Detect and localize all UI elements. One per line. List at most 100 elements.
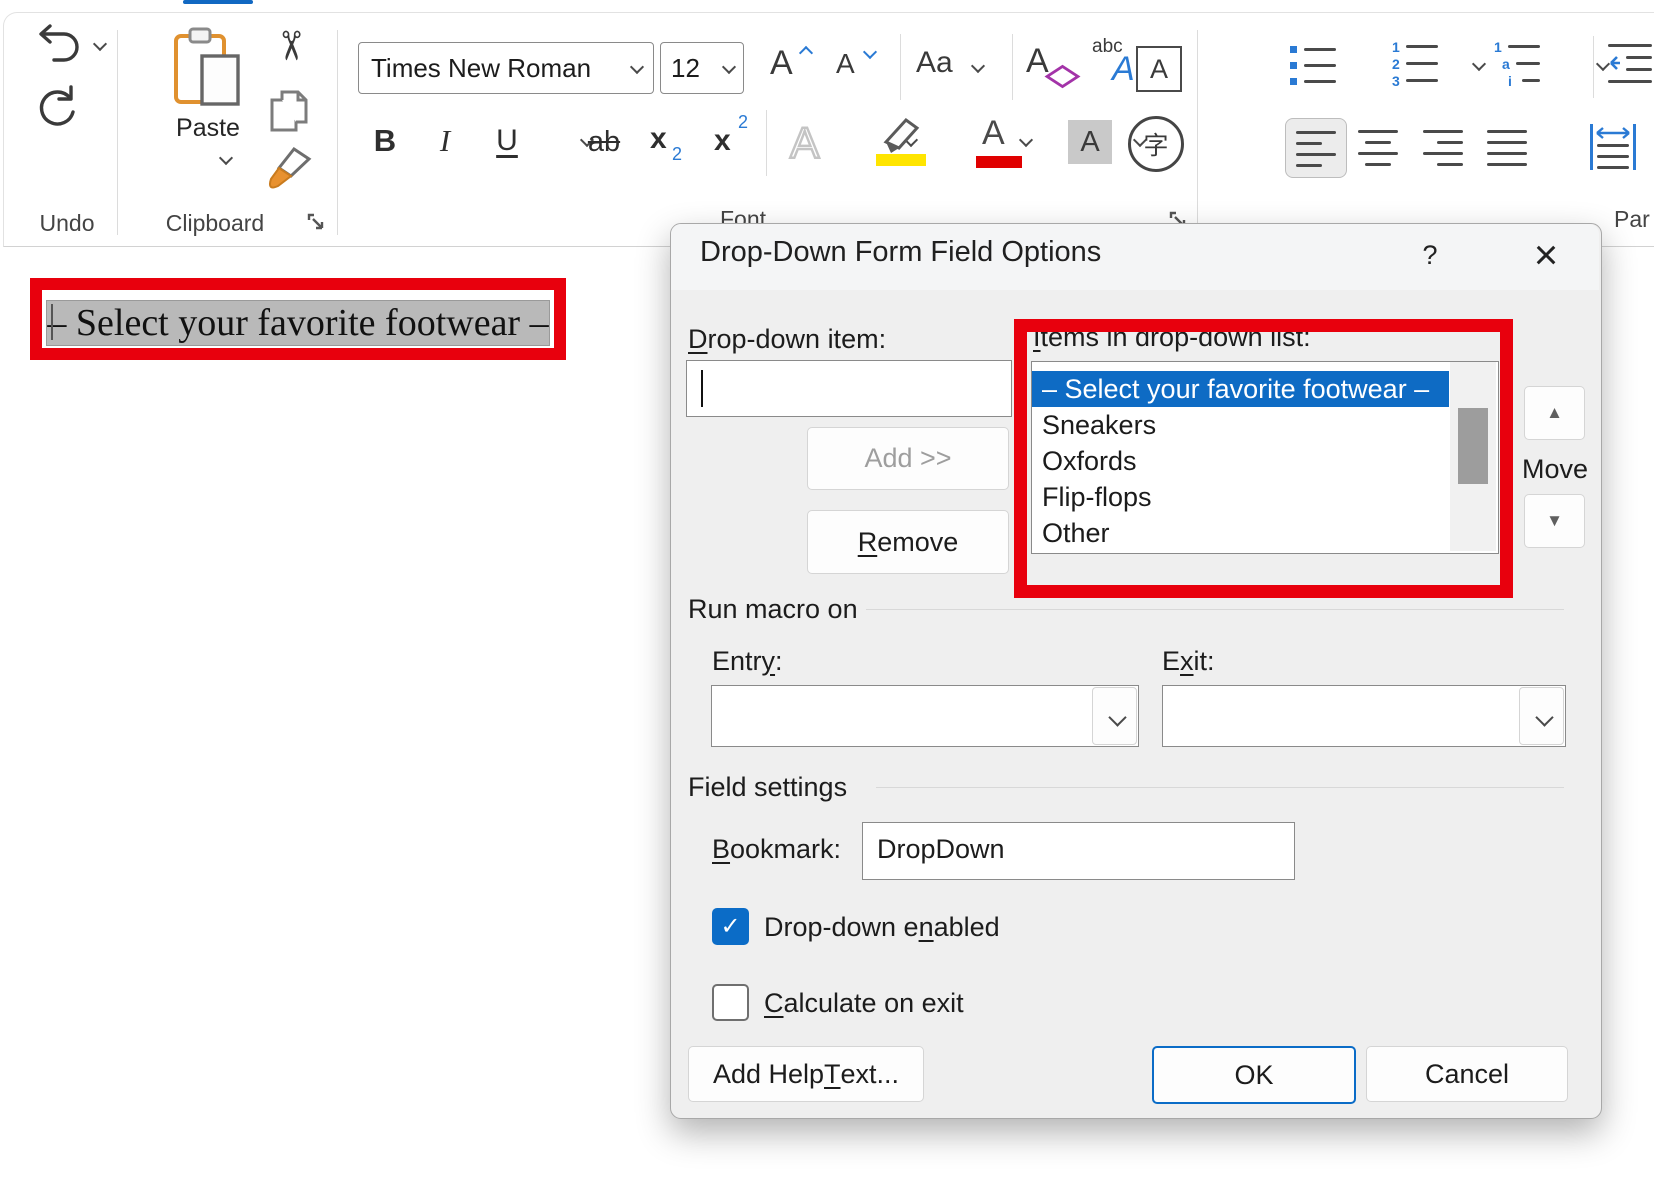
decrease-indent-icon[interactable] bbox=[1608, 42, 1654, 90]
character-border-glyph: A bbox=[1150, 54, 1168, 85]
entry-combobox[interactable] bbox=[711, 685, 1139, 747]
section-divider bbox=[866, 609, 1564, 610]
bold-button[interactable]: B bbox=[366, 118, 404, 164]
font-size-chevron-icon[interactable] bbox=[721, 61, 737, 75]
section-divider bbox=[876, 787, 1564, 788]
exit-combobox[interactable] bbox=[1162, 685, 1566, 747]
change-case-glyph: Aa bbox=[916, 46, 953, 80]
distributed-text-icon[interactable] bbox=[1590, 124, 1636, 172]
change-case-chevron-icon[interactable] bbox=[970, 60, 986, 74]
subscript-2-glyph: 2 bbox=[672, 144, 682, 165]
highlight-icon[interactable] bbox=[874, 114, 928, 168]
align-left-button[interactable] bbox=[1285, 118, 1347, 178]
small-divider bbox=[766, 110, 767, 176]
align-center-button[interactable] bbox=[1358, 130, 1398, 166]
subscript-button[interactable]: x 2 bbox=[650, 120, 694, 166]
copy-icon[interactable] bbox=[268, 88, 314, 134]
ok-button[interactable]: OK bbox=[1152, 1046, 1356, 1104]
undo-icon[interactable] bbox=[34, 24, 82, 68]
clipboard-group-label: Clipboard bbox=[150, 210, 280, 236]
dropdown-enabled-label: Drop-down enabled bbox=[764, 912, 1000, 943]
bullet-list-chevron-icon[interactable] bbox=[1471, 58, 1487, 72]
word-window: Undo Paste ✂ Clipboard Times New Roman 1… bbox=[0, 0, 1654, 1180]
enclose-characters-icon[interactable]: 字 bbox=[1128, 116, 1184, 172]
group-divider bbox=[337, 30, 338, 235]
calculate-on-exit-label: Calculate on exit bbox=[764, 988, 964, 1019]
entry-dropdown-button[interactable] bbox=[1092, 687, 1137, 745]
superscript-button[interactable]: x 2 bbox=[714, 112, 758, 166]
bookmark-input[interactable]: DropDown bbox=[862, 822, 1295, 880]
help-button[interactable]: ? bbox=[1406, 234, 1454, 276]
font-name-chevron-icon[interactable] bbox=[629, 61, 645, 75]
font-color-icon[interactable]: A bbox=[976, 114, 1022, 168]
shrink-caret-icon bbox=[862, 46, 878, 60]
superscript-2-glyph: 2 bbox=[738, 112, 748, 133]
check-icon: ✓ bbox=[720, 912, 740, 941]
small-divider bbox=[1012, 34, 1013, 100]
strikethrough-glyph: ab bbox=[588, 126, 620, 159]
numbered-list-icon[interactable]: 1 2 3 bbox=[1392, 40, 1438, 90]
enclose-characters-glyph: 字 bbox=[1143, 126, 1168, 162]
clear-formatting-icon[interactable]: A bbox=[1026, 42, 1078, 92]
text-caret bbox=[701, 370, 703, 407]
shrink-font-button[interactable]: A bbox=[834, 44, 888, 92]
cancel-button[interactable]: Cancel bbox=[1366, 1046, 1568, 1102]
text-effects-icon[interactable]: A bbox=[782, 114, 834, 166]
paste-menu-chevron-icon[interactable] bbox=[218, 152, 234, 166]
calculate-on-exit-checkbox[interactable] bbox=[712, 984, 749, 1021]
underline-button[interactable]: U bbox=[490, 118, 524, 164]
character-border-icon[interactable]: A bbox=[1136, 46, 1182, 92]
bookmark-value: DropDown bbox=[877, 834, 1005, 865]
font-color-bar bbox=[976, 156, 1022, 168]
character-shading-icon[interactable]: A bbox=[1068, 120, 1112, 164]
format-painter-icon[interactable] bbox=[264, 146, 314, 192]
close-icon[interactable]: × bbox=[1520, 230, 1572, 280]
font-size-combo[interactable]: 12 bbox=[660, 42, 744, 94]
redo-icon[interactable] bbox=[34, 84, 80, 130]
grow-font-button[interactable]: A bbox=[768, 42, 822, 92]
bullet-list-icon[interactable] bbox=[1290, 42, 1336, 90]
multilevel-list-icon[interactable]: 1 a i bbox=[1494, 40, 1540, 90]
exit-dropdown-button[interactable] bbox=[1519, 687, 1564, 745]
entry-label: Entry: bbox=[712, 646, 783, 677]
clipboard-dialog-launcher-icon[interactable] bbox=[306, 212, 326, 232]
remove-button[interactable]: Remove bbox=[807, 510, 1009, 574]
change-case-button[interactable]: Aa bbox=[916, 44, 1000, 92]
paste-icon[interactable] bbox=[170, 26, 246, 110]
dialog-title: Drop-Down Form Field Options bbox=[700, 236, 1101, 269]
paragraph-group-label: Par bbox=[1614, 206, 1654, 232]
move-up-button[interactable]: ▲ bbox=[1524, 386, 1585, 440]
justify-button[interactable] bbox=[1487, 130, 1527, 166]
font-name-combo[interactable]: Times New Roman bbox=[358, 42, 654, 94]
entry-chevron-icon bbox=[1107, 709, 1123, 723]
group-divider bbox=[1197, 30, 1198, 235]
font-name-value: Times New Roman bbox=[359, 53, 629, 84]
grow-font-glyph: A bbox=[770, 44, 793, 83]
dropdown-form-field[interactable]: – Select your favorite footwear – bbox=[46, 300, 550, 346]
active-tab-indicator bbox=[183, 0, 253, 4]
move-down-button[interactable]: ▼ bbox=[1524, 494, 1585, 548]
italic-button[interactable]: I bbox=[430, 118, 460, 164]
paste-button-label[interactable]: Paste bbox=[160, 112, 256, 144]
small-divider bbox=[900, 34, 901, 100]
dropdown-item-input[interactable] bbox=[686, 360, 1012, 417]
dropdown-item-label: Drop-down item: bbox=[688, 324, 886, 355]
grow-caret-icon bbox=[798, 42, 814, 56]
run-macro-label: Run macro on bbox=[688, 594, 858, 625]
small-divider bbox=[1593, 36, 1594, 98]
strikethrough-button[interactable]: ab bbox=[580, 122, 628, 162]
bold-glyph: B bbox=[374, 123, 396, 159]
annotation-box-items-list bbox=[1014, 319, 1513, 598]
move-label: Move bbox=[1505, 454, 1605, 484]
font-size-value: 12 bbox=[661, 53, 721, 84]
undo-group-label: Undo bbox=[17, 210, 117, 236]
add-button[interactable]: Add >> bbox=[807, 427, 1009, 490]
dropdown-enabled-checkbox[interactable]: ✓ bbox=[712, 908, 749, 945]
align-right-button[interactable] bbox=[1423, 130, 1463, 166]
bookmark-label: Bookmark: bbox=[712, 834, 841, 865]
add-help-text-button[interactable]: Add Help Text... bbox=[688, 1046, 924, 1102]
character-shading-glyph: A bbox=[1080, 126, 1099, 159]
superscript-x-glyph: x bbox=[714, 124, 731, 158]
cut-icon[interactable]: ✂ bbox=[267, 29, 313, 73]
undo-menu-chevron-icon[interactable] bbox=[92, 38, 108, 52]
